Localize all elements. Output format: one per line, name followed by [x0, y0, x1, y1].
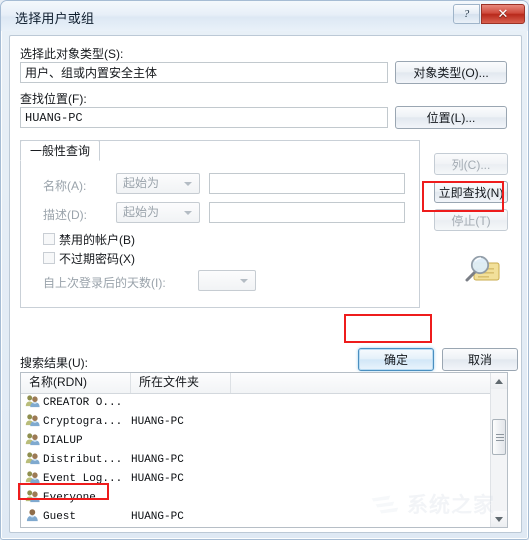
group-icon	[25, 394, 43, 411]
table-row[interactable]: Guest HUANG-PC	[21, 507, 491, 526]
user-icon	[25, 508, 43, 525]
table-row[interactable]: Event Log... HUANG-PC	[21, 469, 491, 488]
group-icon	[25, 432, 43, 449]
cancel-button[interactable]: 取消	[442, 348, 518, 371]
group-icon	[25, 451, 43, 468]
results-rows: CREATOR O... Cryptogra... HUANG-PC DIALUP Di…	[21, 393, 491, 527]
table-row[interactable]: GuestsHUANG-PC	[21, 526, 491, 527]
select-users-dialog: 选择用户或组 ? ✕ 选择此对象类型(S): 用户、组或内置安全主体 对象类型(…	[0, 0, 529, 540]
magnifier-card-icon	[458, 252, 506, 292]
row-folder: HUANG-PC	[131, 472, 184, 485]
row-name: Everyone	[43, 491, 96, 504]
group-icon	[25, 470, 43, 487]
location-field[interactable]: HUANG-PC	[20, 107, 388, 128]
close-button[interactable]: ✕	[481, 4, 525, 24]
chevron-down-icon	[240, 279, 248, 283]
common-queries-tab[interactable]: 一般性查询	[20, 140, 101, 161]
description-input[interactable]	[209, 202, 405, 223]
scroll-up-arrow-icon[interactable]	[491, 373, 507, 389]
description-operator-value: 起始为	[123, 205, 160, 219]
row-name: Guest	[43, 510, 77, 523]
row-name: CREATOR O...	[43, 396, 123, 409]
help-button[interactable]: ?	[453, 4, 480, 24]
location-button[interactable]: 位置(L)...	[395, 106, 507, 129]
search-results-label: 搜索结果(U):	[20, 356, 88, 370]
scroll-down-arrow-icon[interactable]	[491, 511, 507, 527]
dialog-body: 选择此对象类型(S): 用户、组或内置安全主体 对象类型(O)... 查找位置(…	[9, 35, 522, 533]
find-now-button[interactable]: 立即查找(N)	[434, 181, 508, 203]
object-type-button[interactable]: 对象类型(O)...	[395, 61, 507, 84]
row-name: DIALUP	[43, 434, 83, 447]
stop-button[interactable]: 停止(T)	[434, 209, 508, 231]
row-name: Cryptogra...	[43, 415, 123, 428]
chevron-down-icon	[184, 182, 192, 186]
table-row[interactable]: DIALUP	[21, 431, 491, 450]
column-header-extra[interactable]	[231, 373, 507, 393]
title-bar: 选择用户或组 ? ✕	[1, 1, 528, 31]
object-type-field[interactable]: 用户、组或内置安全主体	[20, 62, 388, 83]
search-results-list[interactable]: 名称(RDN) 所在文件夹 CREATOR O... Cryptogra... HU…	[20, 372, 508, 528]
window-title: 选择用户或组	[15, 11, 95, 26]
days-since-login-select[interactable]	[198, 270, 256, 291]
results-scrollbar[interactable]	[490, 373, 507, 527]
object-type-label: 选择此对象类型(S):	[20, 47, 124, 61]
common-queries-groupbox: 一般性查询 名称(A): 起始为 描述(D): 起始为 禁用的帐户(B) 不过期…	[20, 140, 420, 308]
ok-button[interactable]: 确定	[358, 348, 434, 371]
name-operator-select[interactable]: 起始为	[116, 173, 200, 194]
group-icon	[25, 413, 43, 430]
row-name: Distribut...	[43, 453, 123, 466]
table-row[interactable]: Distribut... HUANG-PC	[21, 450, 491, 469]
table-row[interactable]: Everyone	[21, 488, 491, 507]
row-folder: HUANG-PC	[131, 453, 184, 466]
row-folder: HUANG-PC	[131, 415, 184, 428]
table-row[interactable]: Cryptogra... HUANG-PC	[21, 412, 491, 431]
chevron-down-icon	[184, 211, 192, 215]
disabled-accounts-checkbox[interactable]	[43, 233, 55, 245]
name-input[interactable]	[209, 173, 405, 194]
location-label: 查找位置(F):	[20, 92, 87, 106]
row-folder: HUANG-PC	[131, 510, 184, 523]
scrollbar-thumb[interactable]	[492, 419, 506, 455]
columns-button[interactable]: 列(C)...	[434, 153, 508, 175]
name-operator-value: 起始为	[123, 176, 160, 190]
name-label: 名称(A):	[43, 179, 87, 193]
days-since-login-label: 自上次登录后的天数(I):	[43, 276, 166, 290]
row-name: Event Log...	[43, 472, 123, 485]
titlebar-buttons: ? ✕	[453, 4, 525, 25]
table-row[interactable]: CREATOR O...	[21, 393, 491, 412]
non-expiring-password-checkbox[interactable]	[43, 252, 55, 264]
description-operator-select[interactable]: 起始为	[116, 202, 200, 223]
non-expiring-password-label: 不过期密码(X)	[59, 252, 135, 266]
group-icon	[25, 489, 43, 506]
disabled-accounts-label: 禁用的帐户(B)	[59, 233, 135, 247]
description-label: 描述(D):	[43, 208, 87, 222]
results-header: 名称(RDN) 所在文件夹	[21, 373, 507, 394]
column-header-folder[interactable]: 所在文件夹	[131, 373, 231, 393]
column-header-name[interactable]: 名称(RDN)	[21, 373, 131, 393]
